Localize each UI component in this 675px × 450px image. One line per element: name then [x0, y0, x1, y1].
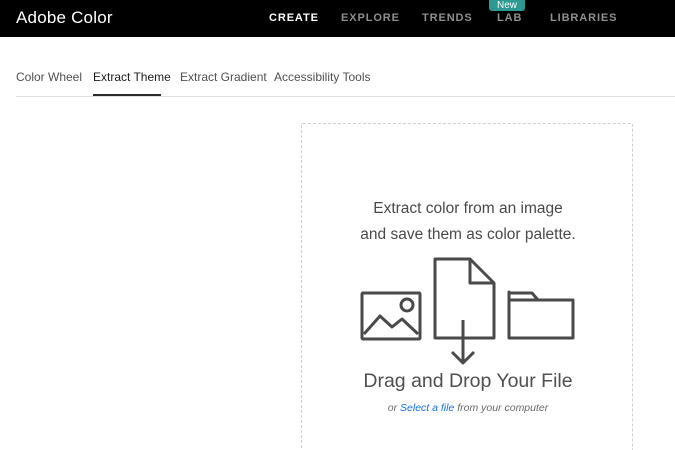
new-badge: New [489, 0, 525, 11]
create-tabs: Color Wheel Extract Theme Extract Gradie… [16, 60, 675, 97]
nav-lab[interactable]: LAB [497, 12, 522, 24]
top-nav-bar: Adobe Color CREATE EXPLORE TRENDS New LA… [0, 0, 675, 37]
nav-libraries[interactable]: LIBRARIES [550, 12, 617, 24]
tab-extract-theme[interactable]: Extract Theme [93, 70, 171, 84]
active-tab-indicator [93, 94, 161, 96]
drop-zone-title: Drag and Drop Your File [363, 370, 573, 392]
subtext-suffix: from your computer [454, 402, 549, 414]
subtext-prefix: or [387, 402, 401, 414]
file-download-icon [433, 257, 496, 365]
select-file-link[interactable]: Select a file [400, 402, 454, 414]
drop-zone-heading-line1: Extract color from an image [373, 200, 563, 217]
nav-create[interactable]: CREATE [269, 12, 319, 24]
drop-zone-subtext: or Select a file from your computer [302, 402, 634, 414]
drop-zone-illustration [360, 257, 575, 365]
file-drop-zone[interactable]: Extract color from an image and save the… [301, 123, 633, 450]
tab-extract-gradient[interactable]: Extract Gradient [180, 70, 267, 84]
image-icon [360, 291, 422, 341]
tab-accessibility-tools[interactable]: Accessibility Tools [274, 70, 370, 84]
app-logo-text[interactable]: Adobe Color [16, 8, 113, 28]
folder-icon [507, 290, 575, 340]
nav-explore[interactable]: EXPLORE [341, 12, 400, 24]
tab-color-wheel[interactable]: Color Wheel [16, 70, 82, 84]
nav-trends[interactable]: TRENDS [422, 12, 473, 24]
drop-zone-heading-line2: and save them as color palette. [360, 226, 576, 243]
